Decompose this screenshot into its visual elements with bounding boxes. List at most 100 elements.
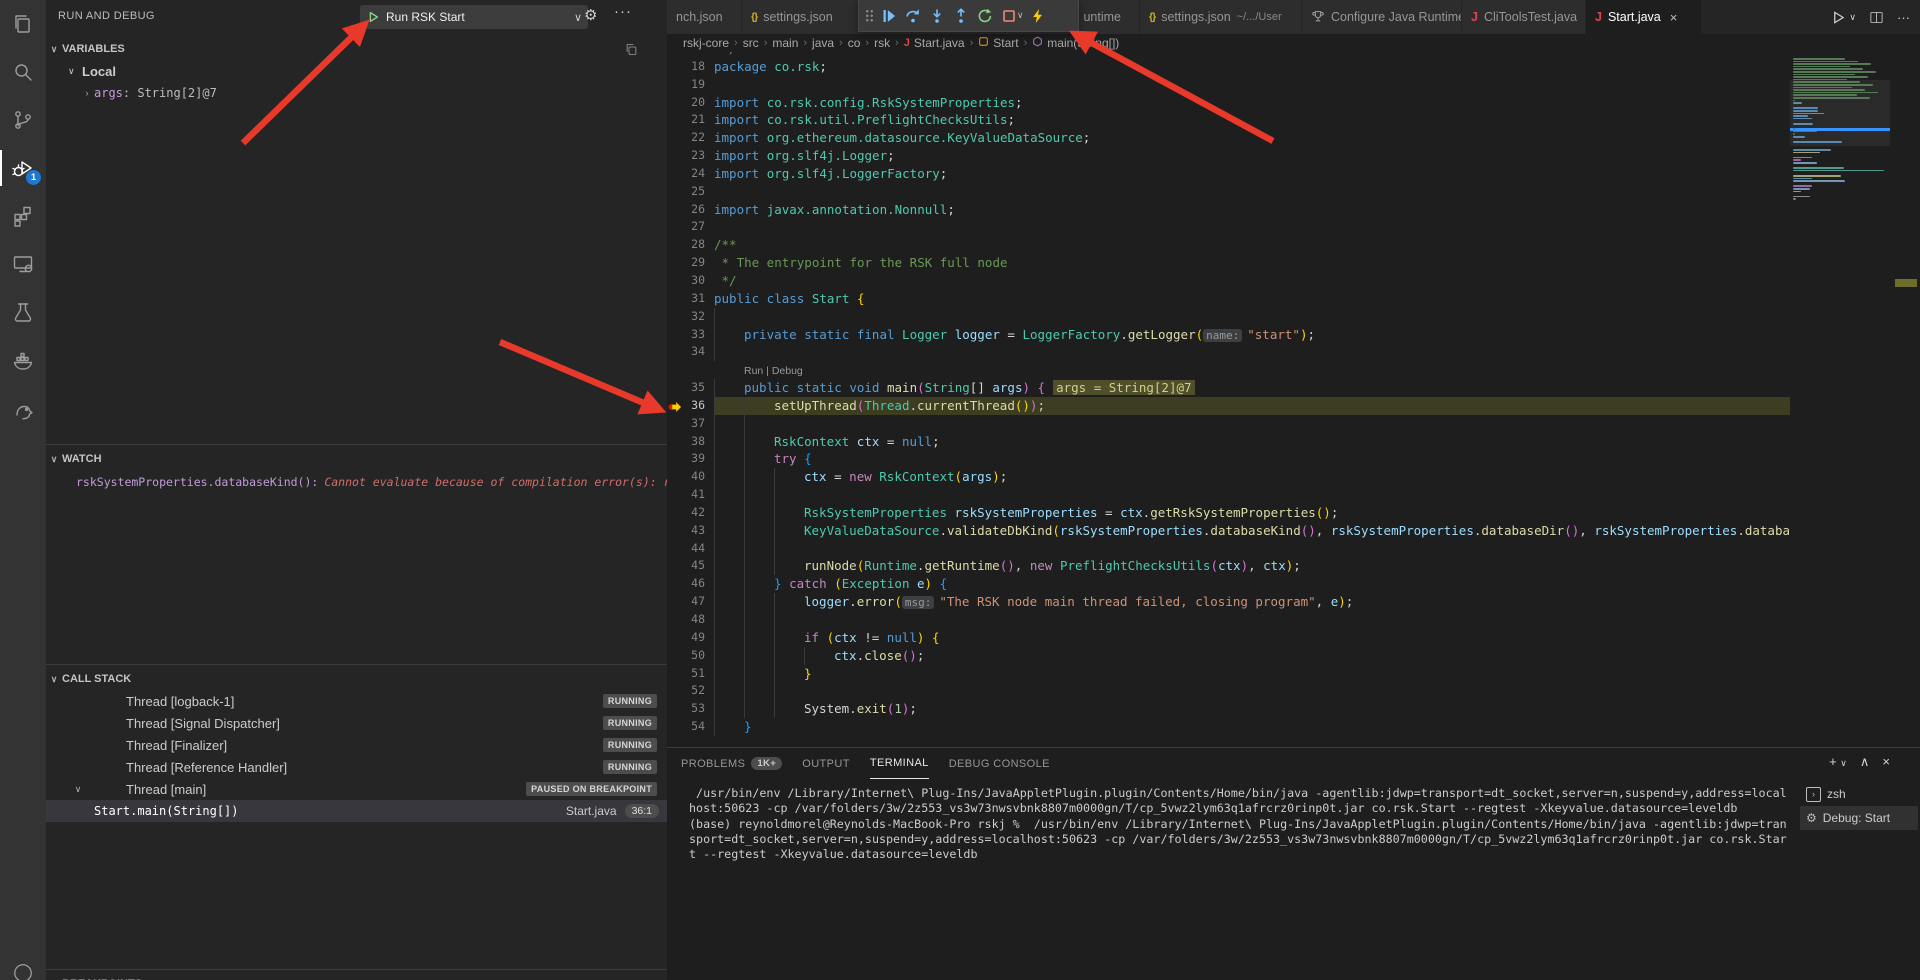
code-line-26[interactable]: 26import javax.annotation.Nonnull;	[667, 201, 1790, 219]
breakpoint-margin[interactable]	[667, 611, 683, 629]
line-number[interactable]: 51	[683, 665, 705, 683]
breakpoint-margin[interactable]	[667, 183, 683, 201]
breakpoint-margin[interactable]	[667, 682, 683, 700]
breakpoint-margin[interactable]	[667, 540, 683, 558]
line-number[interactable]: 30	[683, 272, 705, 290]
breadcrumb-item-rsk[interactable]: rsk	[874, 36, 890, 50]
code-line-24[interactable]: 24import org.slf4j.LoggerFactory;	[667, 165, 1790, 183]
line-number[interactable]: 46	[683, 575, 705, 593]
breakpoint-margin[interactable]	[667, 290, 683, 308]
code-line-20[interactable]: 20import co.rsk.config.RskSystemProperti…	[667, 94, 1790, 112]
line-number[interactable]: 40	[683, 468, 705, 486]
breadcrumb-item-src[interactable]: src	[743, 36, 759, 50]
breakpoint-margin[interactable]	[667, 94, 683, 112]
line-number[interactable]: 43	[683, 522, 705, 540]
breakpoint-margin[interactable]	[667, 165, 683, 183]
activity-bar-item-run-and-debug[interactable]: 1	[0, 144, 46, 192]
breakpoint-margin[interactable]	[667, 236, 683, 254]
breakpoint-margin[interactable]	[667, 522, 683, 540]
code-line-28[interactable]: 28/**	[667, 236, 1790, 254]
code-line-21[interactable]: 21import co.rsk.util.PreflightChecksUtil…	[667, 111, 1790, 129]
breakpoints-section-header[interactable]: ∨ BREAKPOINTS	[46, 973, 667, 980]
line-number[interactable]: 36	[683, 397, 705, 415]
code-line-36[interactable]: 36setUpThread(Thread.currentThread());	[667, 397, 1790, 415]
chevron-down-icon[interactable]: ∨	[1017, 10, 1024, 21]
breakpoint-margin[interactable]	[667, 486, 683, 504]
breakpoint-margin[interactable]	[667, 379, 683, 397]
account-icon[interactable]	[0, 962, 46, 980]
breakpoint-margin[interactable]	[667, 129, 683, 147]
activity-bar-item-explorer[interactable]	[0, 0, 46, 48]
tab-start-java[interactable]: JStart.java×	[1586, 0, 1702, 34]
drag-handle[interactable]	[865, 9, 874, 23]
line-number[interactable]: 31	[683, 290, 705, 308]
line-number[interactable]: 29	[683, 254, 705, 272]
code-line-42[interactable]: 42RskSystemProperties rskSystemPropertie…	[667, 504, 1790, 522]
activity-bar-item-gradle[interactable]	[0, 384, 46, 432]
line-number[interactable]: 18	[683, 58, 705, 76]
terminal-tab-debug-start[interactable]: ⚙Debug: Start	[1800, 806, 1918, 830]
activity-bar-item-testing[interactable]	[0, 288, 46, 336]
call-stack-section-header[interactable]: ∨ CALL STACK	[46, 668, 667, 690]
line-number[interactable]	[683, 361, 705, 379]
line-number[interactable]: 35	[683, 379, 705, 397]
close-panel-icon[interactable]: ×	[1882, 754, 1890, 770]
code-line-52[interactable]: 52	[667, 682, 1790, 700]
activity-bar-item-source-control[interactable]	[0, 96, 46, 144]
breadcrumb-item-start-java[interactable]: JStart.java	[904, 36, 965, 50]
line-number[interactable]: 19	[683, 76, 705, 94]
code-line-33[interactable]: 33private static final Logger logger = L…	[667, 326, 1790, 344]
callstack-thread-thread-logback-1[interactable]: Thread [logback-1]RUNNING	[46, 690, 667, 712]
line-number[interactable]: 47	[683, 593, 705, 611]
activity-bar-item-remote-explorer[interactable]	[0, 240, 46, 288]
line-number[interactable]: 22	[683, 129, 705, 147]
breadcrumb-item-main-string[interactable]: main(String[])	[1032, 36, 1119, 50]
breadcrumb-item-co[interactable]: co	[848, 36, 861, 50]
line-number[interactable]: 24	[683, 165, 705, 183]
code-line-31[interactable]: 31public class Start {	[667, 290, 1790, 308]
close-icon[interactable]: ×	[1670, 10, 1678, 25]
line-number[interactable]: 34	[683, 343, 705, 361]
line-number[interactable]: 25	[683, 183, 705, 201]
breakpoint-margin[interactable]	[667, 504, 683, 522]
code-line-50[interactable]: 50ctx.close();	[667, 647, 1790, 665]
split-editor-icon[interactable]	[1869, 10, 1884, 25]
code-line-51[interactable]: 51}	[667, 665, 1790, 683]
breakpoint-margin[interactable]	[667, 111, 683, 129]
breakpoint-margin[interactable]	[667, 147, 683, 165]
step-into-button[interactable]	[925, 3, 949, 29]
variable-args[interactable]: › args: String[2]@7	[46, 82, 667, 104]
line-number[interactable]: 27	[683, 218, 705, 236]
gear-icon[interactable]: ⚙	[584, 6, 597, 24]
code-line-23[interactable]: 23import org.slf4j.Logger;	[667, 147, 1790, 165]
variables-scope-local[interactable]: ∨ Local	[46, 60, 667, 82]
line-number[interactable]: 20	[683, 94, 705, 112]
tab-settings-json-user[interactable]: {}settings.json~/.../User	[1140, 0, 1302, 34]
panel-tab-debug-console[interactable]: DEBUG CONSOLE	[949, 748, 1050, 779]
minimap[interactable]	[1790, 52, 1890, 747]
code-line-46[interactable]: 46} catch (Exception e) {	[667, 575, 1790, 593]
variables-section-header[interactable]: ∨ VARIABLES	[46, 38, 667, 60]
activity-bar-item-search[interactable]	[0, 48, 46, 96]
panel-tab-problems[interactable]: PROBLEMS1K+	[681, 748, 782, 779]
activity-bar-item-extensions[interactable]	[0, 192, 46, 240]
step-out-button[interactable]	[949, 3, 973, 29]
breadcrumb-item-java[interactable]: java	[812, 36, 834, 50]
call-stack-frame[interactable]: Start.main(String[]) Start.java 36:1	[46, 800, 667, 822]
callstack-thread-thread-signal-dispatcher[interactable]: Thread [Signal Dispatcher]RUNNING	[46, 712, 667, 734]
codelens-row[interactable]: Run | Debug	[667, 361, 1790, 379]
breakpoint-margin[interactable]	[667, 575, 683, 593]
line-number[interactable]: 39	[683, 450, 705, 468]
code-line-39[interactable]: 39try {	[667, 450, 1790, 468]
line-number[interactable]: 26	[683, 201, 705, 219]
terminal-output[interactable]: /usr/bin/env /Library/Internet\ Plug-Ins…	[689, 786, 1795, 862]
code-line-47[interactable]: 47logger.error(msg:"The RSK node main th…	[667, 593, 1790, 611]
hot-code-replace-button[interactable]	[1026, 3, 1050, 29]
panel-tab-output[interactable]: OUTPUT	[802, 748, 850, 779]
line-number[interactable]: 52	[683, 682, 705, 700]
line-number[interactable]: 23	[683, 147, 705, 165]
code-line-37[interactable]: 37	[667, 415, 1790, 433]
breakpoint-margin[interactable]	[667, 468, 683, 486]
code-line-53[interactable]: 53System.exit(1);	[667, 700, 1790, 718]
breakpoint-margin[interactable]	[667, 700, 683, 718]
